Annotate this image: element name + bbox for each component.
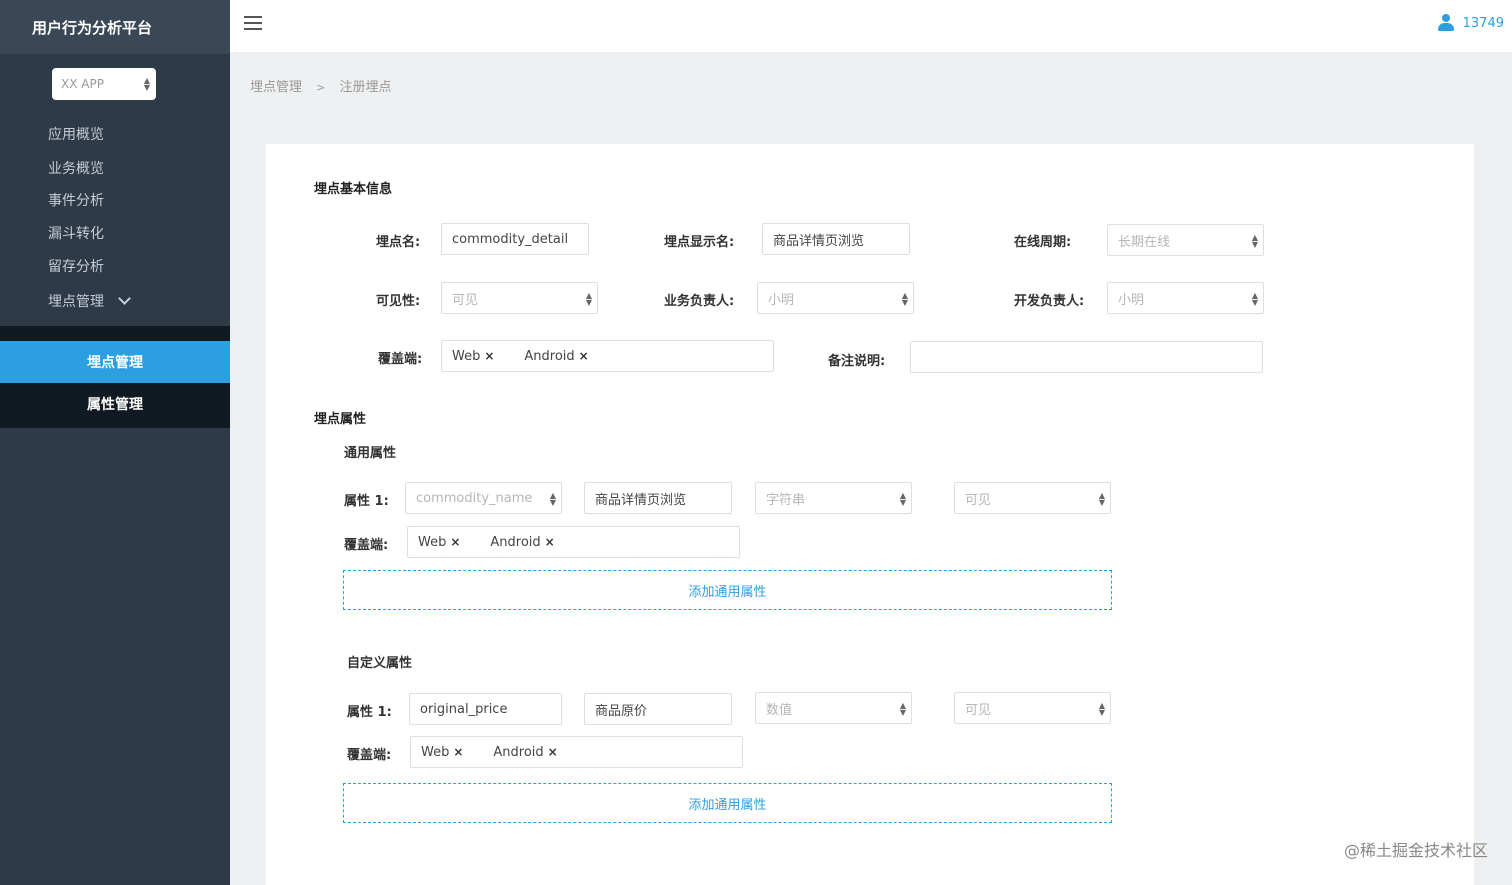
coverage-tag: Web × (452, 348, 495, 364)
name-label: 埋点名: (376, 235, 421, 250)
custom-coverage-label: 覆盖端: (347, 748, 392, 763)
close-icon[interactable]: × (484, 349, 494, 363)
menu-icon[interactable] (244, 16, 262, 30)
select-arrows-icon: ▲ ▼ (899, 701, 906, 717)
user-menu[interactable]: 13749 (1437, 14, 1504, 32)
select-arrows-icon: ▲ ▼ (901, 291, 908, 307)
app-select[interactable]: XX APP ▲ ▼ (52, 68, 156, 100)
close-icon[interactable]: × (548, 745, 558, 759)
coverage-tag: Web × (418, 534, 461, 550)
form-card: 埋点基本信息 埋点名: commodity_detail 埋点显示名: 商品详情… (266, 144, 1474, 885)
display-name-label: 埋点显示名: (664, 235, 735, 250)
select-arrows-icon: ▲ ▼ (585, 291, 592, 307)
app-select-value: XX APP (61, 77, 104, 91)
custom-properties-title: 自定义属性 (347, 656, 413, 671)
breadcrumb-parent[interactable]: 埋点管理 (250, 80, 302, 95)
sidebar-item-app-overview[interactable]: 应用概览 (48, 124, 104, 144)
sidebar-item-biz-overview[interactable]: 业务概览 (48, 158, 104, 178)
custom-attr-visibility-select[interactable]: 可见 ▲ ▼ (954, 692, 1111, 724)
sidebar-item-tracking-label: 埋点管理 (48, 294, 104, 310)
visibility-label: 可见性: (376, 294, 421, 309)
name-input[interactable]: commodity_detail (441, 223, 589, 255)
close-icon[interactable]: × (545, 535, 555, 549)
common-coverage-tags-input[interactable]: Web × Android × (407, 526, 740, 558)
biz-owner-label: 业务负责人: (664, 294, 735, 309)
sidebar-submenu: 埋点管理 属性管理 (0, 326, 230, 428)
select-arrows-icon: ▲ ▼ (549, 491, 556, 507)
custom-attr-type-select[interactable]: 数值 ▲ ▼ (755, 692, 912, 724)
basic-info-title: 埋点基本信息 (314, 182, 393, 197)
breadcrumb-separator: > (316, 81, 326, 94)
sidebar: 用户行为分析平台 XX APP ▲ ▼ 应用概览 业务概览 事件分析 漏斗转化 留… (0, 0, 230, 885)
period-select[interactable]: 长期在线 ▲ ▼ (1107, 224, 1264, 256)
watermark: @稀土掘金技术社区 (1343, 841, 1488, 860)
select-arrows-icon: ▲ ▼ (1251, 291, 1258, 307)
common-attr-label: 属性 1: (344, 494, 389, 509)
common-attr-visibility-select[interactable]: 可见 ▲ ▼ (954, 482, 1111, 514)
select-arrows-icon: ▲ ▼ (899, 491, 906, 507)
select-arrows-icon: ▲ ▼ (1251, 233, 1258, 249)
biz-owner-select[interactable]: 小明 ▲ ▼ (757, 282, 914, 314)
custom-attr-type-value: 数值 (766, 702, 793, 718)
close-icon[interactable]: × (453, 745, 463, 759)
custom-attr-label: 属性 1: (347, 705, 392, 720)
top-bar: 13749 (230, 0, 1512, 52)
coverage-tag: Android × (524, 348, 589, 364)
sidebar-item-retention[interactable]: 留存分析 (48, 256, 104, 276)
submenu-item-property-manage[interactable]: 属性管理 (0, 383, 230, 425)
properties-title: 埋点属性 (314, 412, 367, 427)
user-name: 13749 (1462, 15, 1504, 31)
custom-attr-display-input[interactable]: 商品原价 (584, 693, 732, 725)
submenu-item-tracking-manage[interactable]: 埋点管理 (0, 341, 230, 383)
visibility-select[interactable]: 可见 ▲ ▼ (441, 282, 598, 314)
remark-label: 备注说明: (828, 354, 886, 369)
common-properties-title: 通用属性 (344, 446, 397, 461)
custom-attr-name-input[interactable]: original_price (409, 693, 562, 725)
breadcrumb: 埋点管理 > 注册埋点 (250, 76, 392, 95)
select-arrows-icon: ▲ ▼ (143, 76, 150, 92)
common-attr-name-value: commodity_name (416, 490, 533, 506)
breadcrumb-current: 注册埋点 (339, 80, 392, 95)
coverage-label: 覆盖端: (378, 352, 423, 367)
sidebar-item-tracking[interactable]: 埋点管理 (48, 291, 132, 311)
dev-owner-select[interactable]: 小明 ▲ ▼ (1107, 282, 1264, 314)
dev-owner-label: 开发负责人: (1014, 294, 1085, 309)
common-attr-type-value: 字符串 (766, 492, 806, 508)
user-icon (1437, 14, 1455, 32)
coverage-tag: Android × (490, 534, 555, 550)
chevron-down-icon (118, 292, 132, 305)
coverage-tags-input[interactable]: Web × Android × (441, 340, 774, 372)
common-attr-name-select[interactable]: commodity_name ▲ ▼ (405, 482, 562, 514)
period-select-value: 长期在线 (1118, 234, 1171, 250)
remark-input[interactable] (910, 341, 1263, 373)
common-coverage-label: 覆盖端: (344, 538, 389, 553)
common-attr-visibility-value: 可见 (965, 492, 992, 508)
common-attr-display-input[interactable]: 商品详情页浏览 (584, 482, 732, 514)
visibility-select-value: 可见 (452, 292, 479, 308)
select-arrows-icon: ▲ ▼ (1098, 701, 1105, 717)
period-label: 在线周期: (1014, 235, 1072, 250)
close-icon[interactable]: × (450, 535, 460, 549)
sidebar-item-funnel[interactable]: 漏斗转化 (48, 223, 104, 243)
select-arrows-icon: ▲ ▼ (1098, 491, 1105, 507)
display-name-input[interactable]: 商品详情页浏览 (762, 223, 910, 255)
custom-attr-visibility-value: 可见 (965, 702, 992, 718)
sidebar-item-event-analysis[interactable]: 事件分析 (48, 190, 104, 210)
close-icon[interactable]: × (579, 349, 589, 363)
add-custom-property-button[interactable]: 添加通用属性 (343, 783, 1112, 823)
dev-owner-select-value: 小明 (1118, 292, 1145, 308)
biz-owner-select-value: 小明 (768, 292, 795, 308)
add-common-property-button[interactable]: 添加通用属性 (343, 570, 1112, 610)
coverage-tag: Android × (493, 744, 558, 760)
custom-coverage-tags-input[interactable]: Web × Android × (410, 736, 743, 768)
coverage-tag: Web × (421, 744, 464, 760)
common-attr-type-select[interactable]: 字符串 ▲ ▼ (755, 482, 912, 514)
app-title: 用户行为分析平台 (0, 0, 230, 54)
